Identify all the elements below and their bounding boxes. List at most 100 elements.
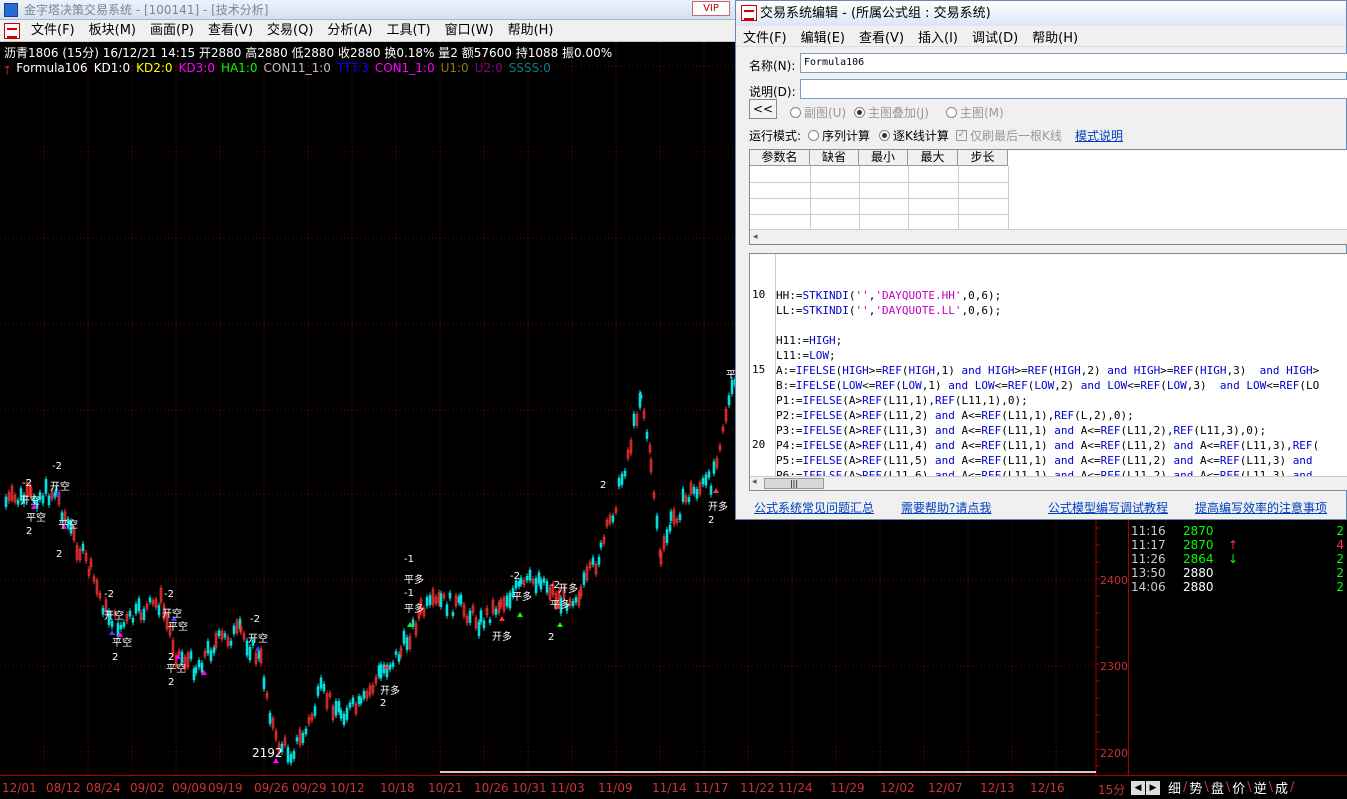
tick-row: 11:17 2870 ↑ 4 xyxy=(1131,538,1346,552)
candle-body xyxy=(345,707,349,720)
code-line[interactable]: P4:=IFELSE(A>REF(L11,4) and A<=REF(L11,1… xyxy=(776,438,1319,453)
tab-price[interactable]: 价 xyxy=(1230,778,1247,797)
candle-body xyxy=(41,495,45,504)
code-line[interactable]: A:=IFELSE(HIGH>=REF(HIGH,1) and HIGH>=RE… xyxy=(776,363,1319,378)
trade-signal-label: -2 xyxy=(22,478,32,489)
link-efficiency-tips[interactable]: 提高编写效率的注意事项 xyxy=(1195,499,1327,516)
candle-body xyxy=(209,650,213,661)
tab-deal[interactable]: 成 xyxy=(1273,778,1290,797)
tab-book[interactable]: 盘 xyxy=(1209,778,1226,797)
candle-body xyxy=(582,572,586,585)
candle-body xyxy=(599,542,603,548)
description-label: 说明(D): xyxy=(749,85,796,99)
menu-screen[interactable]: 画面(P) xyxy=(143,20,201,42)
date-tick-label: 09/29 xyxy=(292,781,327,795)
collapse-button[interactable]: << xyxy=(749,99,777,119)
dialog-menu-bar: 文件(F) 编辑(E) 查看(V) 插入(I) 调试(D) 帮助(H) xyxy=(736,26,1346,47)
menu-help[interactable]: 帮助(H) xyxy=(501,20,561,42)
code-horizontal-scrollbar[interactable]: ◂ ||| xyxy=(750,476,1347,490)
param-col-max[interactable]: 最大 xyxy=(908,150,958,166)
radio-sequence-calc[interactable]: 序列计算 xyxy=(808,127,870,144)
scrollbar-thumb[interactable]: ||| xyxy=(764,478,824,489)
dlg-menu-file[interactable]: 文件(F) xyxy=(736,27,794,46)
tab-detail[interactable]: 细 xyxy=(1166,778,1183,797)
link-tutorial[interactable]: 公式模型编写调试教程 xyxy=(1048,499,1168,516)
menu-file[interactable]: 文件(F) xyxy=(24,20,82,42)
indicator-kd2: KD2:0 xyxy=(136,61,173,75)
candle-body xyxy=(681,488,685,502)
radio-main-overlay[interactable]: 主图叠加(J) xyxy=(854,104,929,121)
link-need-help[interactable]: 需要帮助?请点我 xyxy=(901,499,991,516)
radio-sub-chart[interactable]: 副图(U) xyxy=(790,104,846,121)
up-arrow-icon: ↑ xyxy=(1228,538,1239,552)
code-line[interactable]: H11:=HIGH; xyxy=(776,333,842,348)
candle-body xyxy=(379,664,383,679)
dlg-menu-view[interactable]: 查看(V) xyxy=(852,27,911,46)
name-input[interactable]: Formula106 xyxy=(800,53,1347,73)
param-col-default[interactable]: 缺省 xyxy=(810,150,859,166)
code-line[interactable]: P1:=IFELSE(A>REF(L11,1),REF(L11,1),0); xyxy=(776,393,1028,408)
dlg-menu-help[interactable]: 帮助(H) xyxy=(1025,27,1085,46)
param-col-min[interactable]: 最小 xyxy=(859,150,908,166)
param-col-name[interactable]: 参数名 xyxy=(750,150,810,166)
menu-tools[interactable]: 工具(T) xyxy=(379,20,437,42)
menu-view[interactable]: 查看(V) xyxy=(201,20,260,42)
candle-body xyxy=(157,605,161,616)
date-tick-label: 12/07 xyxy=(928,781,963,795)
date-tick-label: 11/24 xyxy=(778,781,813,795)
candle-body xyxy=(668,524,672,532)
candle-body xyxy=(189,651,193,660)
description-input[interactable] xyxy=(800,79,1347,99)
tick-time: 14:06 xyxy=(1131,580,1166,594)
candle-body xyxy=(488,619,492,623)
radio-main-chart[interactable]: 主图(M) xyxy=(946,104,1004,121)
document-icon[interactable] xyxy=(4,22,20,39)
code-line[interactable]: L11:=LOW; xyxy=(776,348,836,363)
trade-signal-label: 平空 xyxy=(168,622,188,633)
scroll-left-icon[interactable]: ◀ xyxy=(1131,780,1145,795)
tab-reverse[interactable]: 逆 xyxy=(1252,778,1269,797)
candle-body xyxy=(337,701,341,713)
trade-signal-label: -2 xyxy=(164,589,174,600)
dlg-menu-edit[interactable]: 编辑(E) xyxy=(794,27,852,46)
quote-info: 沥青1806 (15分) 16/12/21 14:15 开2880 高2880 … xyxy=(4,46,613,60)
dlg-menu-debug[interactable]: 调试(D) xyxy=(965,27,1025,46)
mode-help-link[interactable]: 模式说明 xyxy=(1075,127,1123,144)
signal-triangle xyxy=(713,488,719,493)
param-col-step[interactable]: 步长 xyxy=(958,150,1008,166)
code-line[interactable]: P2:=IFELSE(A>REF(L11,2) and A<=REF(L11,1… xyxy=(776,408,1134,423)
radio-per-bar-calc[interactable]: 逐K线计算 xyxy=(879,127,949,144)
parameter-table[interactable]: 参数名 缺省 最小 最大 步长 ◂ xyxy=(749,149,1347,245)
trade-signal-label: -2 xyxy=(510,571,520,582)
menu-window[interactable]: 窗口(W) xyxy=(438,20,501,42)
vip-badge[interactable]: VIP xyxy=(692,1,730,16)
formula-code-editor[interactable]: 10 15 20 HH:=STKINDI('','DAYQUOTE.HH',0,6)… xyxy=(749,253,1347,491)
candle-body xyxy=(192,668,196,681)
trade-signal-label: -2 xyxy=(250,614,260,625)
menu-trade[interactable]: 交易(Q) xyxy=(260,20,320,42)
link-faq[interactable]: 公式系统常见问题汇总 xyxy=(754,499,874,516)
candle-body xyxy=(545,581,549,593)
menu-analysis[interactable]: 分析(A) xyxy=(320,20,379,42)
dlg-menu-insert[interactable]: 插入(I) xyxy=(911,27,965,46)
candle-body xyxy=(295,737,299,742)
candle-body xyxy=(534,578,538,594)
menu-sector[interactable]: 板块(M) xyxy=(82,20,143,42)
tab-trend[interactable]: 势 xyxy=(1187,778,1204,797)
code-line[interactable]: P3:=IFELSE(A>REF(L11,3) and A<=REF(L11,1… xyxy=(776,423,1266,438)
candle-body xyxy=(134,604,138,614)
scroll-right-icon[interactable]: ▶ xyxy=(1146,780,1160,795)
code-line[interactable]: B:=IFELSE(LOW<=REF(LOW,1) and LOW<=REF(L… xyxy=(776,378,1319,393)
dialog-title-bar[interactable]: 交易系统编辑 - (所属公式组 : 交易系统) xyxy=(736,1,1346,26)
code-line[interactable]: LL:=STKINDI('','DAYQUOTE.LL',0,6); xyxy=(776,303,1001,318)
tick-row: 14:06 2880 2 xyxy=(1131,580,1346,594)
checkbox-refresh-last-bar[interactable]: ✓ 仅刷最后一根K线 xyxy=(956,127,1062,144)
tick-price: 2864 xyxy=(1183,552,1214,566)
param-table-scrollbar[interactable]: ◂ xyxy=(750,229,1347,244)
code-line[interactable]: HH:=STKINDI('','DAYQUOTE.HH',0,6); xyxy=(776,288,1001,303)
candle-body xyxy=(428,595,432,606)
scroll-left-icon[interactable]: ◂ xyxy=(752,477,757,487)
candle-body xyxy=(574,597,578,603)
code-line[interactable]: P5:=IFELSE(A>REF(L11,5) and A<=REF(L11,1… xyxy=(776,453,1313,468)
candle-body xyxy=(16,500,20,505)
